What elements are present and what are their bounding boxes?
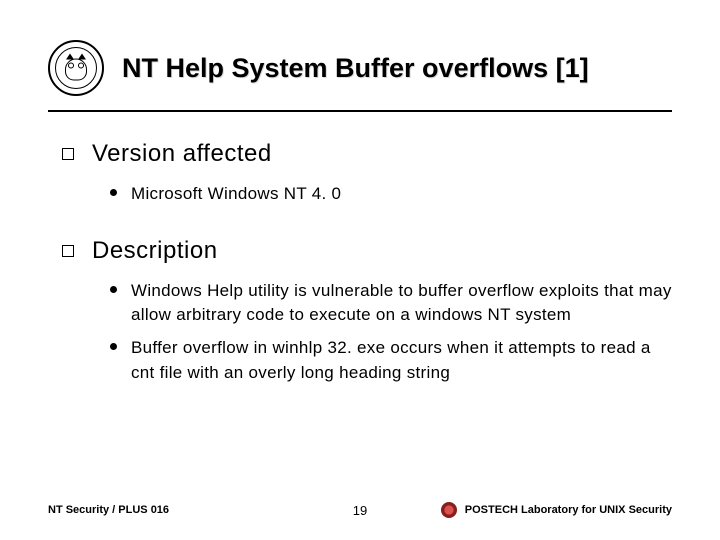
slide-footer: NT Security / PLUS 016 19 POSTECH Labora… — [48, 502, 672, 518]
page-title: NT Help System Buffer overflows [1] — [122, 53, 589, 84]
bullet-dot-icon — [110, 343, 117, 350]
section-heading: Description — [92, 237, 218, 265]
list-item-text: Windows Help utility is vulnerable to bu… — [131, 279, 672, 328]
slide: NT Help System Buffer overflows [1] Vers… — [0, 0, 720, 540]
square-bullet-icon — [62, 245, 74, 257]
section-description: Description Windows Help utility is vuln… — [62, 237, 672, 386]
owl-seal-logo — [48, 40, 104, 96]
footer-right: POSTECH Laboratory for UNIX Security — [441, 502, 672, 518]
list-item: Windows Help utility is vulnerable to bu… — [110, 279, 672, 328]
bullet-dot-icon — [110, 286, 117, 293]
list-item-text: Microsoft Windows NT 4. 0 — [131, 182, 341, 207]
postech-logo-icon — [441, 502, 457, 518]
section-version-affected: Version affected Microsoft Windows NT 4.… — [62, 140, 672, 207]
list-item: Microsoft Windows NT 4. 0 — [110, 182, 672, 207]
footer-right-text: POSTECH Laboratory for UNIX Security — [465, 504, 672, 516]
page-number: 19 — [353, 503, 367, 518]
list-item-text: Buffer overflow in winhlp 32. exe occurs… — [131, 336, 672, 385]
bullet-dot-icon — [110, 189, 117, 196]
square-bullet-icon — [62, 148, 74, 160]
section-heading: Version affected — [92, 140, 272, 168]
list-item: Buffer overflow in winhlp 32. exe occurs… — [110, 336, 672, 385]
footer-left-text: NT Security / PLUS 016 — [48, 504, 169, 516]
slide-header: NT Help System Buffer overflows [1] — [48, 40, 672, 112]
slide-content: Version affected Microsoft Windows NT 4.… — [48, 140, 672, 385]
